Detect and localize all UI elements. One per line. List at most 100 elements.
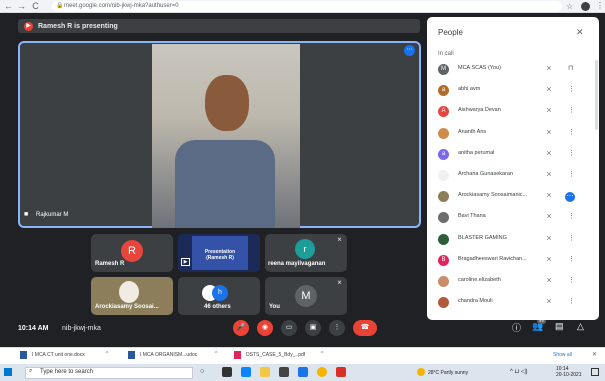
participant-avatar xyxy=(438,212,449,224)
mic-off-icon: ⨯ xyxy=(546,107,552,115)
notifications-icon[interactable] xyxy=(591,368,599,376)
participant-avatar: a xyxy=(438,148,449,160)
mic-off-icon: ⨯ xyxy=(546,149,552,157)
participant-row[interactable]: BLASTER GAMING ⨯ ⋮ xyxy=(436,230,596,251)
meeting-time: 10:14 AM xyxy=(18,325,49,332)
participant-avatar: B xyxy=(438,254,449,266)
clock[interactable]: 10:14 20-10-2021 xyxy=(556,366,582,378)
participant-name: Archana Gunasekaran xyxy=(458,171,514,177)
address-bar[interactable]: 🔒 meet.google.com/nib-jkwj-mka?authuser=… xyxy=(52,1,562,12)
participant-row[interactable]: A Aishwarya Devan ⨯ ⋮ xyxy=(436,102,596,123)
edge-icon[interactable] xyxy=(241,367,251,377)
mic-off-icon: ⨯ xyxy=(546,234,552,242)
chevron-up-icon[interactable]: ^ xyxy=(106,351,108,357)
participant-name: Arockiasamy Soosaimanic... xyxy=(458,192,528,199)
more-options-button[interactable]: ⋮ xyxy=(329,320,345,336)
participant-name: caroline.elizabeth xyxy=(458,277,501,283)
task-view-icon[interactable]: ○ xyxy=(200,368,204,375)
participant-row[interactable]: M MCA SCAS (You) ⨯ ⊓ xyxy=(436,60,596,81)
download-item[interactable]: I MCA CT unit one.docx xyxy=(32,352,85,358)
word-file-icon xyxy=(128,351,135,359)
system-tray-icon[interactable]: ^ ⊔ ◁) xyxy=(510,368,527,375)
participant-tile[interactable]: Arockiasamy Soosai... xyxy=(91,277,173,315)
reload-button[interactable]: C xyxy=(30,1,41,12)
participant-row[interactable]: a abhi avm ⨯ ⋮ xyxy=(436,81,596,102)
participant-avatar: A xyxy=(438,106,449,118)
mic-off-icon: ⨯ xyxy=(546,86,552,94)
forward-button[interactable]: → xyxy=(16,1,27,12)
participant-avatar xyxy=(438,233,449,245)
file-explorer-icon[interactable] xyxy=(260,367,270,377)
mic-toggle-button[interactable]: 🎤 xyxy=(233,320,249,336)
windows-start-icon[interactable] xyxy=(4,368,12,376)
close-icon[interactable]: ✕ xyxy=(576,27,584,38)
more-options-icon[interactable]: ⋮ xyxy=(568,212,575,220)
camera-toggle-button[interactable]: ◉ xyxy=(257,320,273,336)
more-options-icon[interactable]: ⋮ xyxy=(568,255,575,263)
avatar: r xyxy=(295,239,315,259)
mic-off-icon: ⨯ xyxy=(337,280,343,286)
participant-row[interactable]: Bavi Thana ⨯ ⋮ xyxy=(436,208,596,229)
participant-row[interactable]: Archana Gunasekaran ⨯ ⋮ xyxy=(436,166,596,187)
more-options-icon[interactable]: ⋮ xyxy=(568,106,575,114)
participant-avatar xyxy=(438,127,449,139)
scrollbar[interactable] xyxy=(595,60,598,130)
participant-row[interactable]: a anitha perumal ⨯ ⋮ xyxy=(436,145,596,166)
more-options-icon[interactable]: ⋮ xyxy=(568,297,575,305)
mic-off-icon: ⨯ xyxy=(546,128,552,136)
participant-row[interactable]: Ananth Ans ⨯ ⋮ xyxy=(436,124,596,145)
panel-title: People xyxy=(438,28,463,37)
participant-name: abhi avm xyxy=(458,86,481,93)
back-button[interactable]: ← xyxy=(3,1,14,12)
captions-button[interactable]: ▭ xyxy=(281,320,297,336)
store-icon[interactable] xyxy=(279,367,289,377)
leave-call-button[interactable]: ☎ xyxy=(353,320,377,336)
participant-row[interactable]: chandra Mouli ⨯ ⋮ xyxy=(436,293,596,314)
download-item[interactable]: I MCA ORGANISM...udoc xyxy=(140,352,197,358)
chrome-icon[interactable] xyxy=(317,367,327,377)
more-options-icon[interactable]: ⋯ xyxy=(565,192,575,203)
participant-tile[interactable]: r ⨯ reena mayilvaganan xyxy=(265,234,347,272)
show-all-link[interactable]: Show all xyxy=(553,352,572,358)
more-options-icon[interactable]: ⋮ xyxy=(568,234,575,242)
chevron-up-icon[interactable]: ^ xyxy=(215,351,217,357)
pin-icon[interactable]: ⊓ xyxy=(568,64,573,72)
participant-row[interactable]: B Bragadheeswari Ravichan... ⨯ ⋮ xyxy=(436,251,596,272)
star-icon[interactable]: ☆ xyxy=(566,2,573,11)
others-count: 46 others xyxy=(204,304,231,310)
participant-row[interactable]: caroline.elizabeth ⨯ ⋮ xyxy=(436,272,596,293)
chevron-up-icon[interactable]: ^ xyxy=(321,351,323,357)
others-tile[interactable]: h 46 others xyxy=(178,277,260,315)
mail-icon[interactable] xyxy=(298,367,308,377)
weather-text[interactable]: 28°C Partly sunny xyxy=(428,370,468,376)
more-options-icon[interactable]: ⋮ xyxy=(568,149,575,157)
close-icon[interactable]: ✕ xyxy=(592,351,597,358)
mic-off-icon: ⨯ xyxy=(546,277,552,284)
participant-name: Bavi Thana xyxy=(458,213,486,220)
self-tile[interactable]: M ⨯ You xyxy=(265,277,347,315)
participant-tile[interactable]: R Ramesh R xyxy=(91,234,173,272)
more-options-icon[interactable]: ⋮ xyxy=(568,128,575,136)
clock-date: 20-10-2021 xyxy=(556,372,582,378)
participant-row[interactable]: Arockiasamy Soosaimanic... ⨯ ⋯ xyxy=(436,187,596,208)
meeting-code: nib-jkwj-mka xyxy=(62,325,101,332)
menu-icon[interactable]: ⋮ xyxy=(596,1,604,10)
download-item[interactable]: DSTS_CASE_5_Bdy_..pdf xyxy=(246,352,305,358)
cortana-icon[interactable] xyxy=(222,367,232,377)
profile-avatar[interactable] xyxy=(581,2,590,11)
participant-name: MCA SCAS (You) xyxy=(458,65,501,71)
speaker-face xyxy=(205,75,249,131)
more-options-icon[interactable]: ⋮ xyxy=(568,85,575,93)
chat-icon[interactable]: ▤ xyxy=(555,321,564,332)
activities-icon[interactable]: △ xyxy=(577,321,584,332)
avatar: M xyxy=(295,285,317,307)
more-options-icon[interactable]: ⋮ xyxy=(568,170,575,178)
present-now-button[interactable]: ▣ xyxy=(305,320,321,336)
presenting-text: Ramesh R is presenting xyxy=(38,23,118,30)
more-options-icon[interactable]: ⋮ xyxy=(568,276,575,284)
pin-icon: ■ xyxy=(24,211,29,218)
meeting-details-icon[interactable]: ⓘ xyxy=(512,321,521,334)
presentation-tile[interactable]: Presentation (Ramesh R) ▶ xyxy=(178,234,260,272)
participant-name: anitha perumal xyxy=(458,149,495,156)
app-icon[interactable] xyxy=(336,367,346,377)
